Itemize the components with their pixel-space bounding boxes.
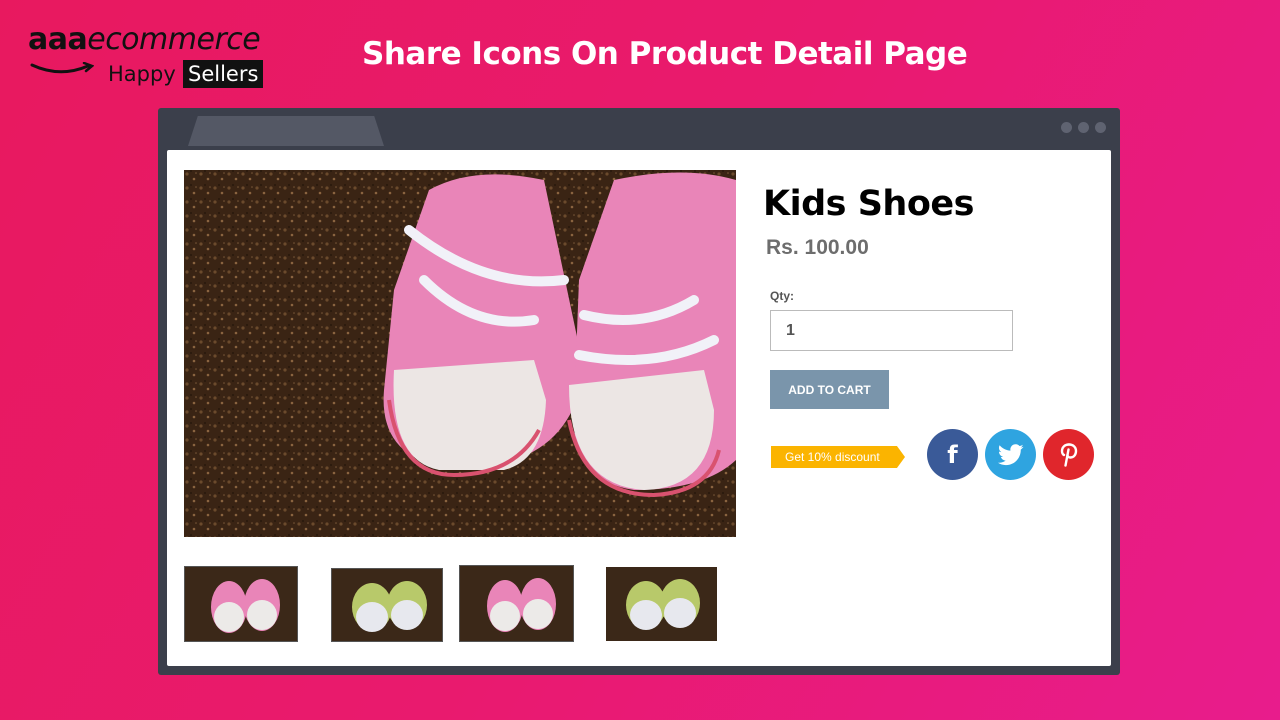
smile-icon <box>30 62 94 74</box>
window-dot-icon[interactable] <box>1078 122 1089 133</box>
brand-logo: aaaecommerce Happy Sellers <box>28 22 298 92</box>
pinterest-icon <box>1060 442 1077 467</box>
product-thumbnail[interactable] <box>331 568 443 642</box>
product-main-image[interactable] <box>184 170 736 537</box>
brand-tagline-sellers: Sellers <box>183 60 264 88</box>
product-thumbnail[interactable] <box>459 565 574 642</box>
product-thumbnail[interactable] <box>606 567 717 641</box>
product-page: Kids Shoes Rs. 100.00 Qty: ADD TO CART G… <box>167 150 1111 666</box>
browser-tab[interactable] <box>188 116 384 146</box>
brand-name: aaaecommerce <box>28 22 261 58</box>
discount-badge: Get 10% discount <box>771 446 905 468</box>
qty-input[interactable] <box>770 310 1013 351</box>
brand-tagline-happy: Happy <box>108 62 176 86</box>
brand-prefix: aaa <box>28 22 88 57</box>
pinterest-share-button[interactable] <box>1043 429 1094 480</box>
facebook-icon: f <box>947 440 958 469</box>
window-dot-icon[interactable] <box>1061 122 1072 133</box>
browser-window: Kids Shoes Rs. 100.00 Qty: ADD TO CART G… <box>158 108 1120 675</box>
twitter-share-button[interactable] <box>985 429 1036 480</box>
add-to-cart-button[interactable]: ADD TO CART <box>770 370 889 409</box>
qty-label: Qty: <box>770 289 794 303</box>
page-headline: Share Icons On Product Detail Page <box>362 36 968 72</box>
product-price: Rs. 100.00 <box>766 236 869 259</box>
window-controls <box>1061 122 1106 133</box>
facebook-share-button[interactable]: f <box>927 429 978 480</box>
product-title: Kids Shoes <box>763 184 974 224</box>
brand-suffix: ecommerce <box>87 22 261 57</box>
window-dot-icon[interactable] <box>1095 122 1106 133</box>
twitter-icon <box>997 443 1024 465</box>
product-thumbnail[interactable] <box>184 566 298 642</box>
